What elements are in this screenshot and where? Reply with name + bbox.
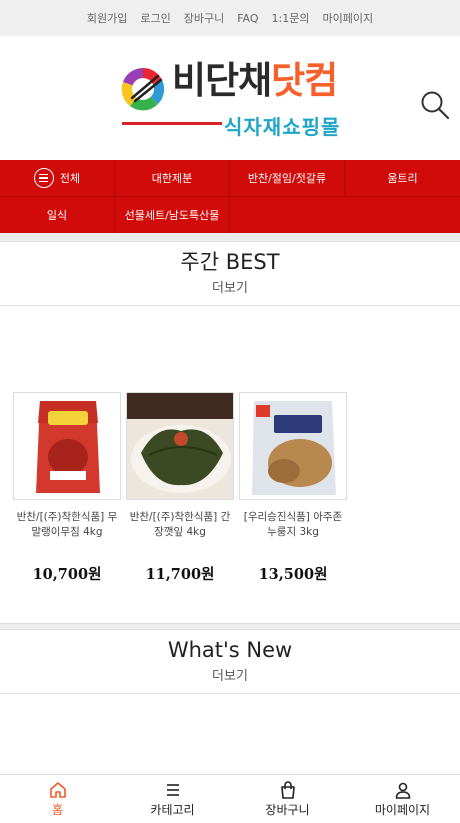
bottom-nav-label: 카테고리: [150, 802, 195, 817]
product-name: 반찬/[(주)착한식품] 간장깻잎 4kg: [129, 511, 231, 539]
product-price: 13,500원: [258, 566, 328, 583]
product-list: 반찬/[(주)착한식품] 무말랭이무침 4kg 10,700원 반찬/[(주)착…: [13, 392, 347, 584]
category-nav-row: 일식 선물세트/남도특산물: [0, 197, 460, 233]
mypage-link[interactable]: 마이페이지: [323, 10, 374, 26]
cart-link[interactable]: 장바구니: [184, 10, 224, 26]
more-link[interactable]: 더보기: [0, 665, 460, 684]
category-all-label: 전체: [59, 172, 81, 185]
category-spacer: [230, 197, 345, 233]
category-item[interactable]: 반찬/절임/젓갈류: [230, 160, 345, 196]
product-card[interactable]: [우리승진식품] 아주존 누룽지 3kg 13,500원: [239, 392, 347, 584]
login-link[interactable]: 로그인: [140, 10, 170, 26]
bottom-nav-label: 장바구니: [265, 802, 310, 817]
bottom-nav: 홈 카테고리 장바구니 마이페이지: [0, 774, 460, 823]
menu-icon: [33, 168, 54, 188]
top-utility-bar: 회원가입 로그인 장바구니 FAQ 1:1문의 마이페이지: [0, 0, 460, 36]
shopping-bag-icon: [280, 780, 295, 799]
whats-new-section: What's New 더보기: [0, 629, 460, 789]
logo-underline: [122, 122, 222, 125]
product-card[interactable]: 반찬/[(주)착한식품] 무말랭이무침 4kg 10,700원: [13, 392, 121, 584]
home-icon: [49, 781, 66, 798]
category-nav: 전체 대한제분 반찬/절임/젓갈류 움트리 일식 선물세트/남도특산물: [0, 160, 460, 233]
category-all[interactable]: 전체: [0, 160, 115, 196]
product-price: 10,700원: [32, 566, 102, 583]
divider: [0, 305, 460, 307]
product-name: [우리승진식품] 아주존 누룽지 3kg: [243, 511, 343, 539]
product-image[interactable]: [13, 392, 121, 500]
menu-icon: [166, 783, 179, 796]
bottom-nav-category[interactable]: 카테고리: [115, 775, 230, 823]
search-icon[interactable]: [420, 90, 450, 120]
divider: [0, 693, 460, 695]
category-item[interactable]: 일식: [0, 197, 115, 233]
bottom-nav-cart[interactable]: 장바구니: [230, 775, 345, 823]
more-link[interactable]: 더보기: [0, 277, 460, 296]
product-image[interactable]: [239, 392, 347, 500]
weekly-best-section: 주간 BEST 더보기 반찬/[(주)착한식품] 무말랭이무침 4kg 10,7…: [0, 241, 460, 624]
category-item[interactable]: 선물세트/남도특산물: [115, 197, 230, 233]
product-name: 반찬/[(주)착한식품] 무말랭이무침 4kg: [16, 511, 118, 539]
category-nav-row: 전체 대한제분 반찬/절임/젓갈류 움트리: [0, 160, 460, 197]
bottom-nav-label: 마이페이지: [374, 802, 431, 817]
category-item[interactable]: 움트리: [345, 160, 460, 196]
bottom-nav-mypage[interactable]: 마이페이지: [345, 775, 460, 823]
site-logo[interactable]: 비단채닷컴 식자재쇼핑몰: [118, 60, 358, 140]
logo-mark-icon: [121, 67, 165, 111]
section-title: 주간 BEST: [180, 250, 280, 274]
logo-text: 비단채닷컴: [172, 59, 338, 102]
page: 회원가입 로그인 장바구니 FAQ 1:1문의 마이페이지 비단채닷컴 식자재쇼…: [0, 0, 460, 823]
site-header: 비단채닷컴 식자재쇼핑몰: [0, 36, 460, 160]
product-price: 11,700원: [145, 566, 215, 583]
product-image[interactable]: [126, 392, 234, 500]
user-icon: [395, 782, 410, 799]
logo-subtitle: 식자재쇼핑몰: [224, 115, 341, 139]
faq-link[interactable]: FAQ: [237, 12, 258, 25]
section-title: What's New: [167, 638, 293, 662]
bottom-nav-label: 홈: [51, 802, 64, 817]
bottom-nav-home[interactable]: 홈: [0, 775, 115, 823]
product-card[interactable]: 반찬/[(주)착한식품] 간장깻잎 4kg 11,700원: [126, 392, 234, 584]
signup-link[interactable]: 회원가입: [87, 10, 127, 26]
inquiry-link[interactable]: 1:1문의: [272, 10, 310, 26]
category-item[interactable]: 대한제분: [115, 160, 230, 196]
category-spacer: [345, 197, 460, 233]
